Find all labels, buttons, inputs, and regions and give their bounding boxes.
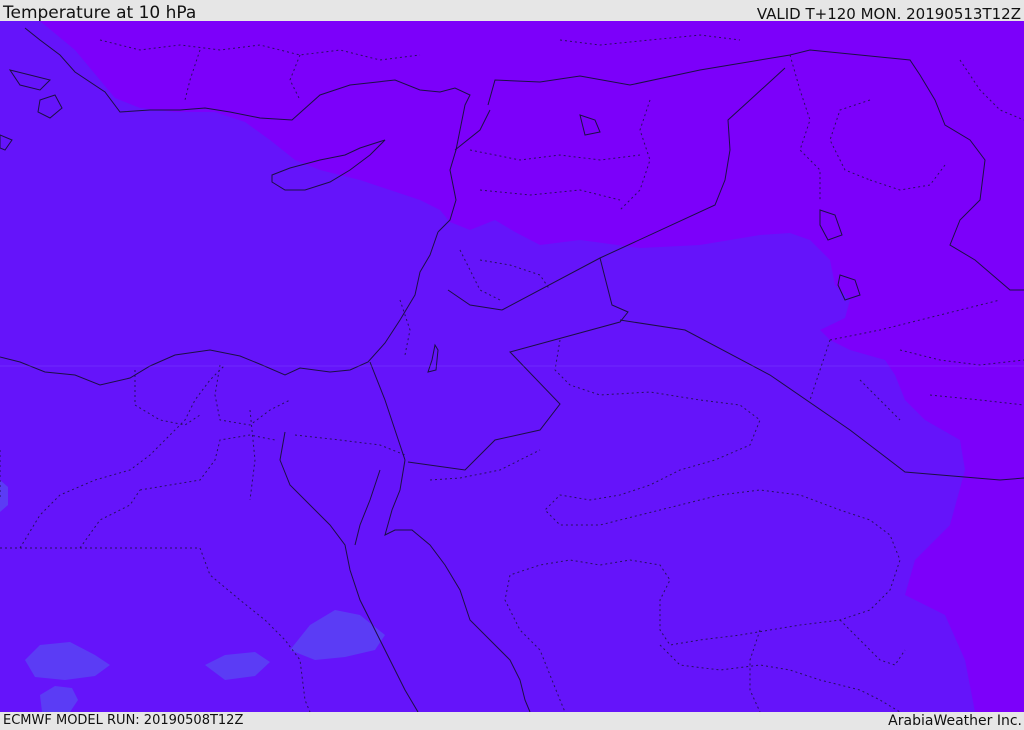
map-canvas <box>0 21 1024 712</box>
weather-map[interactable] <box>0 21 1024 712</box>
credit-label: ArabiaWeather Inc. <box>888 713 1022 729</box>
header-bar: Temperature at 10 hPa VALID T+120 MON. 2… <box>0 0 1024 23</box>
model-run-label: ECMWF MODEL RUN: 20190508T12Z <box>3 713 244 728</box>
footer-bar: ECMWF MODEL RUN: 20190508T12Z ArabiaWeat… <box>0 712 1024 729</box>
